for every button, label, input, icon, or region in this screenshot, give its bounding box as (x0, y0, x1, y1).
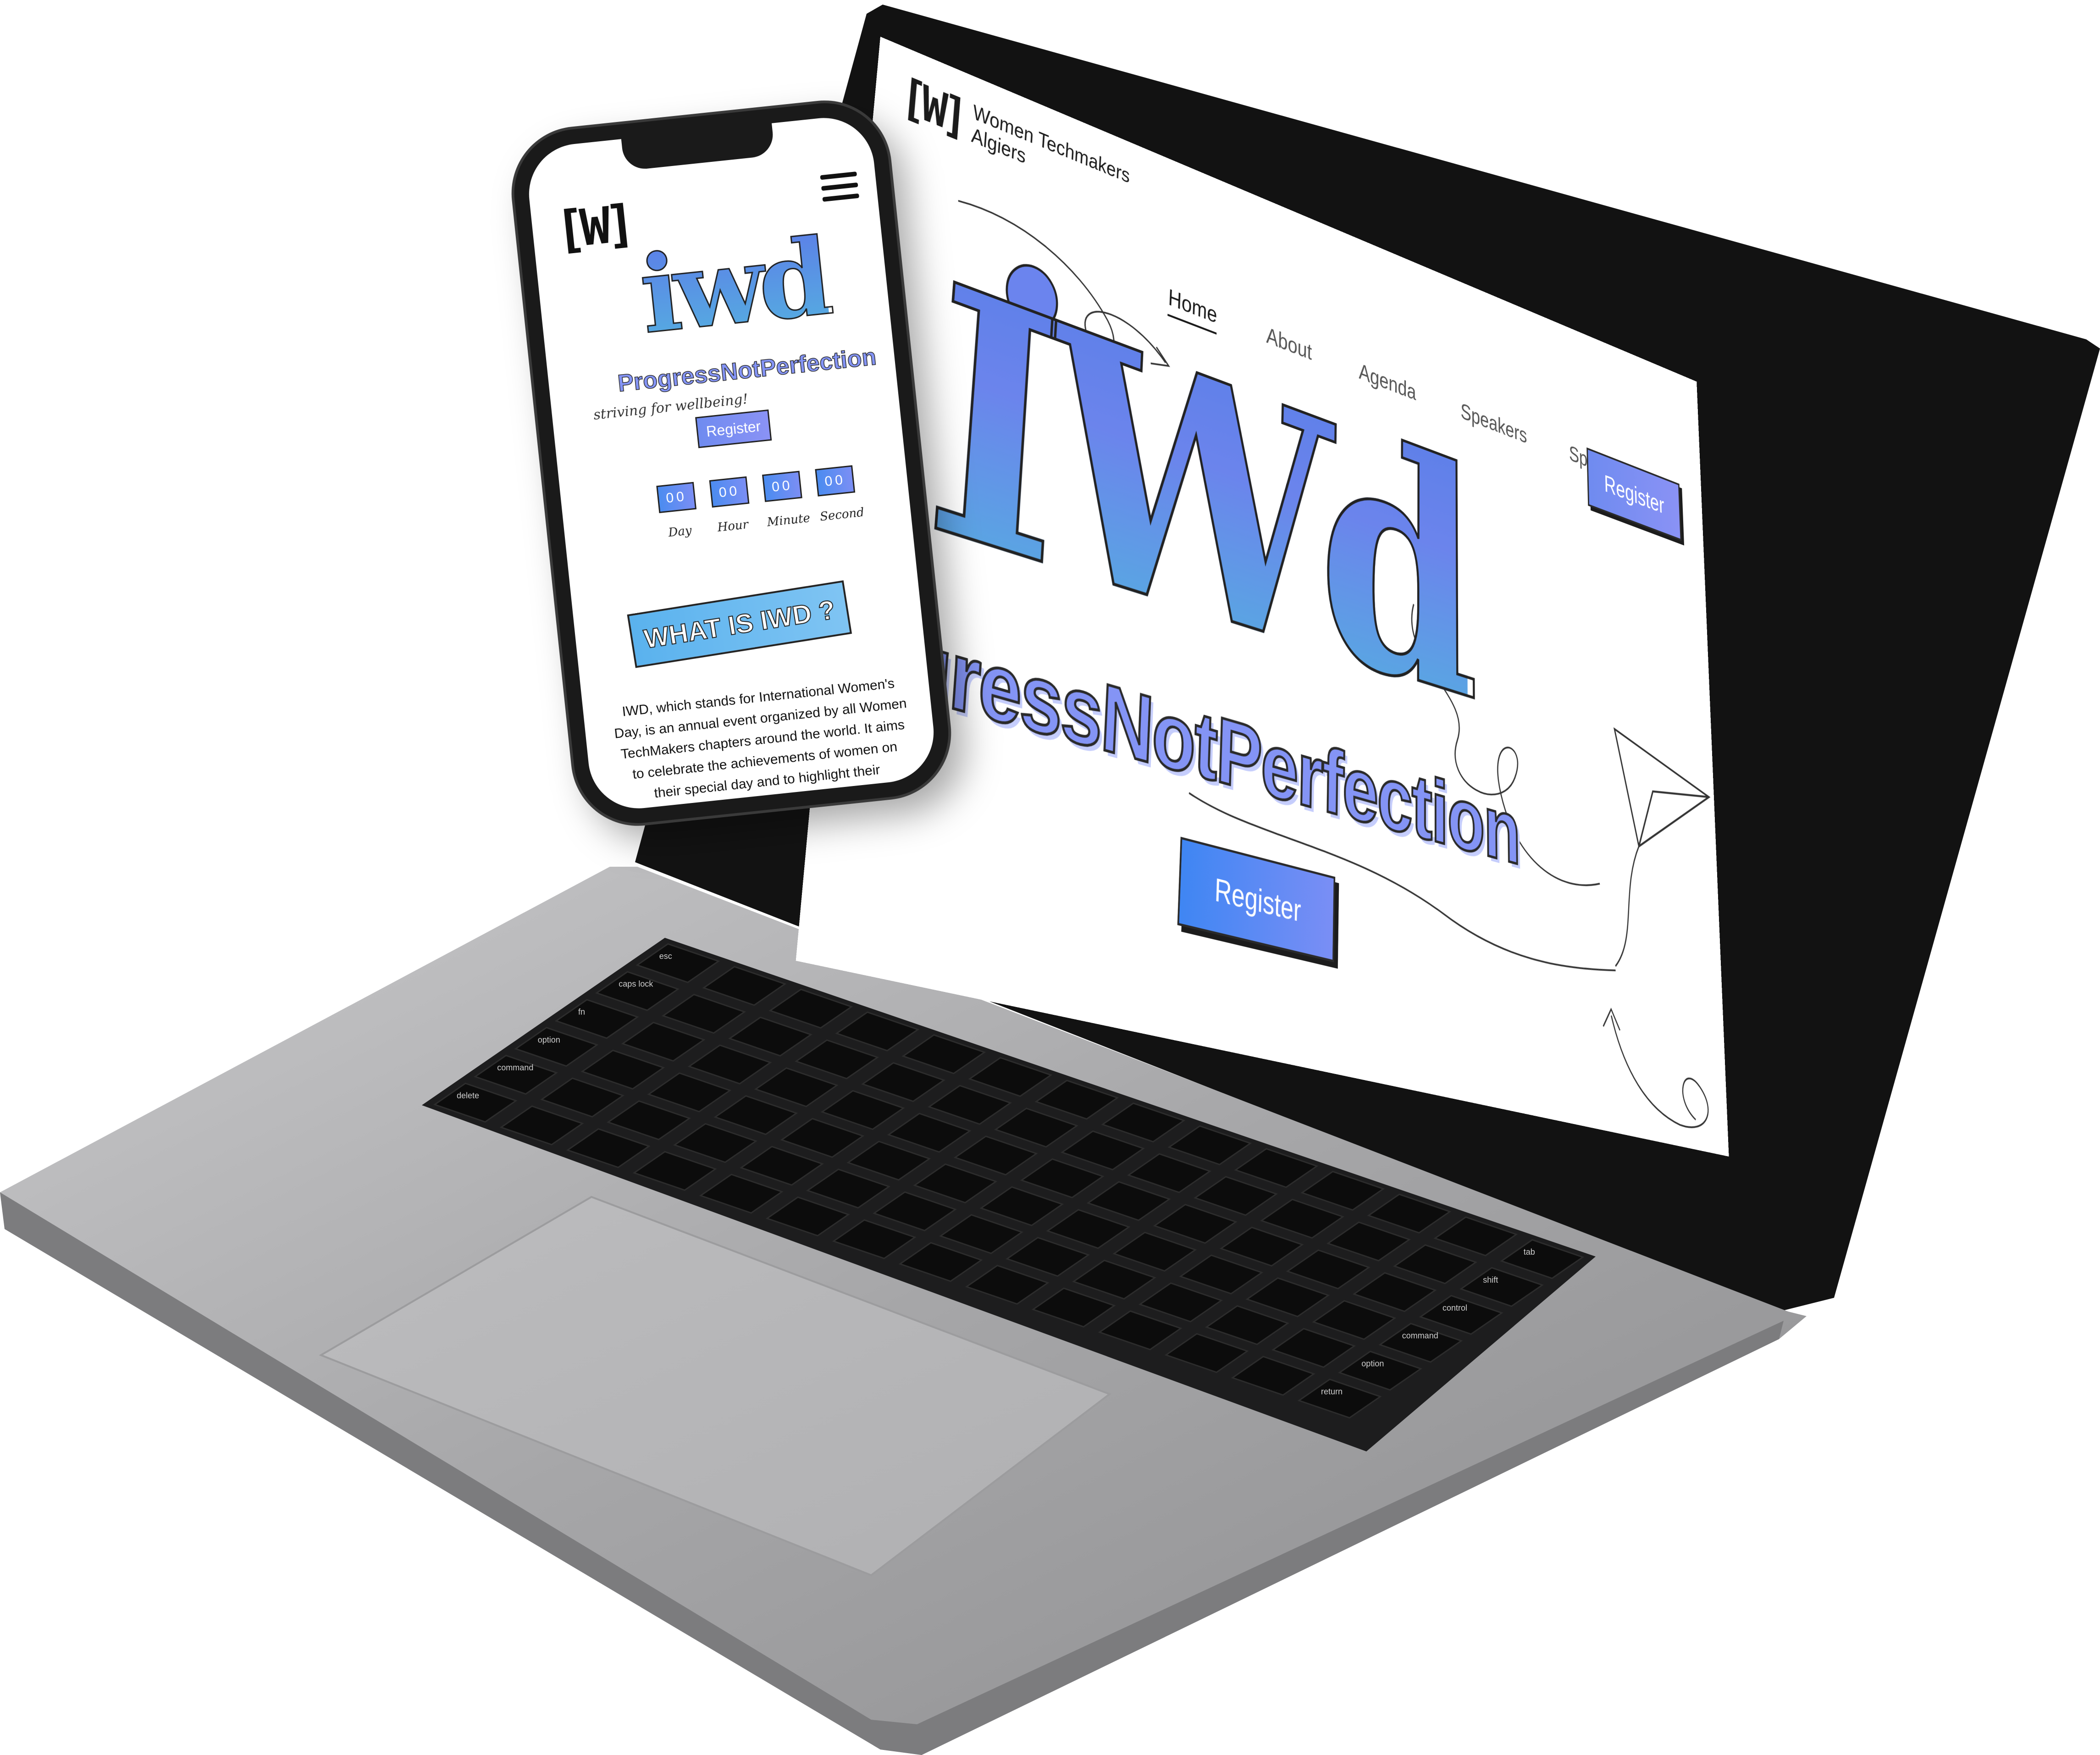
countdown-label: Hour (713, 517, 752, 535)
phone-notch (621, 123, 775, 171)
countdown-timer: 00 Day 00 Hour 00 Minute 00 Second (656, 465, 858, 540)
keyboard-key-label: command (497, 1063, 533, 1072)
keyboard-key-label: return (1321, 1387, 1343, 1396)
countdown-value: 00 (709, 476, 750, 508)
countdown-label: Second (819, 506, 858, 524)
keyboard-key-label: option (1361, 1359, 1384, 1368)
what-is-iwd-paragraph: IWD, which stands for International Wome… (610, 672, 917, 814)
phone-logo[interactable]: [W] (553, 194, 633, 260)
keyboard-key-label: command (1402, 1331, 1438, 1340)
hamburger-menu-icon[interactable] (819, 165, 860, 208)
countdown-label: Day (661, 523, 700, 540)
countdown-label: Minute (766, 512, 805, 529)
countdown-value: 00 (762, 471, 802, 502)
what-is-iwd-heading: WHAT IS IWD ? (627, 580, 852, 668)
keyboard-key-label: option (538, 1035, 560, 1044)
countdown-hour: 00 Hour (709, 476, 752, 535)
countdown-second: 00 Second (815, 465, 858, 524)
phone-device: [W] iwd ProgressNotPerfection striving f… (508, 97, 955, 829)
keyboard-key-label: tab (1524, 1247, 1535, 1257)
phone-iwd-title: iwd (636, 224, 831, 349)
countdown-value: 00 (656, 482, 696, 513)
keyboard-key-label: shift (1483, 1275, 1498, 1284)
countdown-minute: 00 Minute (762, 471, 805, 530)
keyboard-key-label: fn (578, 1008, 585, 1017)
countdown-day: 00 Day (656, 482, 699, 541)
keyboard-key-label: delete (457, 1091, 479, 1100)
keyboard-key-label: control (1442, 1303, 1467, 1312)
keyboard-key-label: caps lock (619, 980, 653, 989)
phone-register-button[interactable]: Register (695, 410, 772, 448)
keyboard-key-label: esc (659, 952, 672, 961)
countdown-value: 00 (815, 465, 855, 496)
phone-screen: [W] iwd ProgressNotPerfection striving f… (524, 113, 939, 813)
